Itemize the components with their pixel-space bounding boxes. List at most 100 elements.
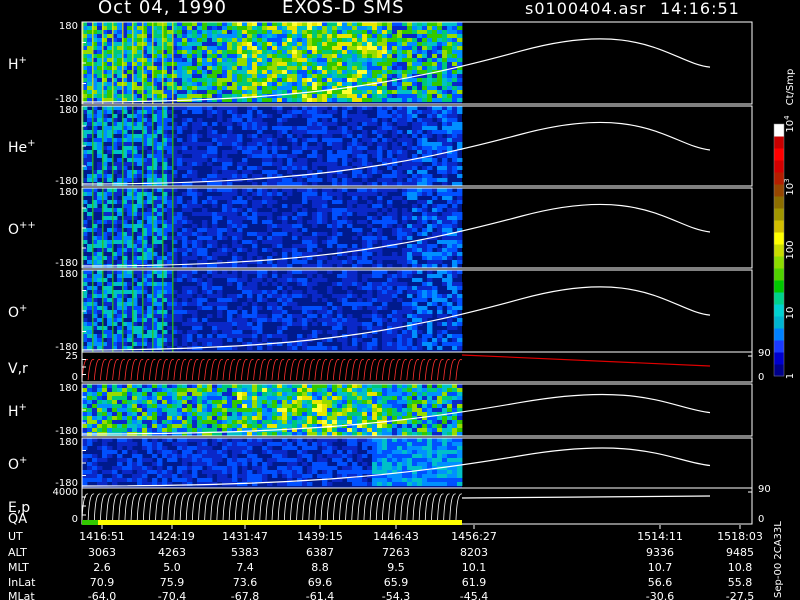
spectrogram-cell — [287, 346, 293, 350]
spectrogram-cell — [292, 110, 298, 114]
spectrogram-cell — [117, 326, 123, 330]
spectrogram-cell — [222, 142, 228, 146]
spectrogram-cell — [412, 248, 418, 252]
spectrogram-cell — [167, 42, 173, 46]
spectrogram-cell — [197, 34, 203, 38]
spectrogram-cell — [457, 318, 463, 322]
spectrogram-cell — [417, 220, 423, 224]
spectrogram-cell — [377, 188, 383, 192]
spectrogram-cell — [202, 46, 208, 50]
spectrogram-cell — [212, 58, 218, 62]
spectrogram-cell — [322, 278, 328, 282]
spectrogram-cell — [207, 130, 213, 134]
spectrogram-cell — [427, 30, 433, 34]
spectrogram-cell — [342, 294, 348, 298]
spectrogram-cell — [322, 114, 328, 118]
spectrogram-cell — [437, 260, 443, 264]
spectrogram-cell — [452, 138, 458, 142]
spectrogram-cell — [412, 290, 418, 294]
spectrogram-cell — [302, 228, 308, 232]
spectrogram-cell — [447, 42, 453, 46]
spectrogram-cell — [452, 260, 458, 264]
spectrogram-cell — [302, 26, 308, 30]
spectrogram-cell — [257, 42, 263, 46]
spectrogram-cell — [437, 314, 443, 318]
spectrogram-cell — [172, 404, 178, 408]
y-max-label: 180 — [59, 105, 78, 116]
spectrogram-stripe — [132, 270, 134, 352]
spectrogram-cell — [167, 62, 173, 66]
spectrogram-cell — [402, 58, 408, 62]
spectrogram-cell — [212, 240, 218, 244]
spectrogram-cell — [422, 290, 428, 294]
spectrogram-cell — [207, 110, 213, 114]
spectrogram-stripe — [102, 188, 104, 268]
spectrogram-cell — [207, 62, 213, 66]
spectrogram-cell — [267, 86, 273, 90]
spectrogram-cell — [407, 314, 413, 318]
spectrogram-cell — [222, 22, 228, 26]
spectrogram-cell — [442, 256, 448, 260]
spectrogram-cell — [392, 256, 398, 260]
spectrogram-cell — [97, 252, 103, 256]
spectrogram-cell — [352, 264, 358, 268]
spectrogram-cell — [97, 196, 103, 200]
spectrogram-cell — [252, 134, 258, 138]
spectrogram-cell — [322, 22, 328, 26]
spectrogram-cell — [112, 392, 118, 396]
spectrogram-cell — [312, 94, 318, 98]
spectrogram-cell — [427, 62, 433, 66]
spectrogram-cell — [362, 236, 368, 240]
spectrogram-cell — [277, 244, 283, 248]
spectrogram-cell — [407, 22, 413, 26]
spectrogram-cell — [282, 274, 288, 278]
spectrogram-cell — [217, 174, 223, 178]
spectrogram-cell — [157, 322, 163, 326]
spectrogram-cell — [412, 318, 418, 322]
spectrogram-cell — [312, 282, 318, 286]
spectrogram-cell — [117, 338, 123, 342]
spectrogram-cell — [407, 252, 413, 256]
spectrogram-cell — [337, 142, 343, 146]
spectrogram-cell — [407, 118, 413, 122]
spectrogram-cell — [137, 78, 143, 82]
spectrogram-cell — [447, 306, 453, 310]
spectrogram-cell — [222, 86, 228, 90]
spectrogram-cell — [372, 42, 378, 46]
spectrogram-cell — [197, 232, 203, 236]
spectrogram-cell — [277, 54, 283, 58]
spectrogram-cell — [352, 278, 358, 282]
spectrogram-cell — [267, 54, 273, 58]
spectrogram-cell — [362, 154, 368, 158]
spectrogram-cell — [447, 188, 453, 192]
spectrogram-cell — [412, 286, 418, 290]
spectrogram-cell — [357, 114, 363, 118]
spectrogram-cell — [447, 256, 453, 260]
spectrogram-cell — [317, 94, 323, 98]
spectrogram-cell — [157, 290, 163, 294]
spectrogram-cell — [407, 212, 413, 216]
spectrogram-cell — [357, 98, 363, 102]
spectrogram-cell — [192, 94, 198, 98]
spectrogram-cell — [312, 240, 318, 244]
spectrogram-cell — [252, 118, 258, 122]
spectrogram-cell — [257, 278, 263, 282]
spectrogram-cell — [352, 208, 358, 212]
spectrogram-cell — [452, 286, 458, 290]
spectrogram-cell — [87, 66, 93, 70]
spectrogram-cell — [277, 34, 283, 38]
spectrogram-cell — [192, 46, 198, 50]
spectrogram-cell — [347, 322, 353, 326]
spectrogram-cell — [422, 256, 428, 260]
spectrogram-stripe — [142, 22, 144, 104]
spectrogram-cell — [107, 338, 113, 342]
spectrogram-cell — [387, 286, 393, 290]
spectrogram-cell — [452, 342, 458, 346]
spectrogram-cell — [337, 196, 343, 200]
spectrogram-cell — [252, 338, 258, 342]
spectrogram-cell — [257, 66, 263, 70]
spectrogram-cell — [242, 278, 248, 282]
spectrogram-cell — [392, 318, 398, 322]
spectrogram-cell — [452, 200, 458, 204]
spectrogram-cell — [97, 166, 103, 170]
